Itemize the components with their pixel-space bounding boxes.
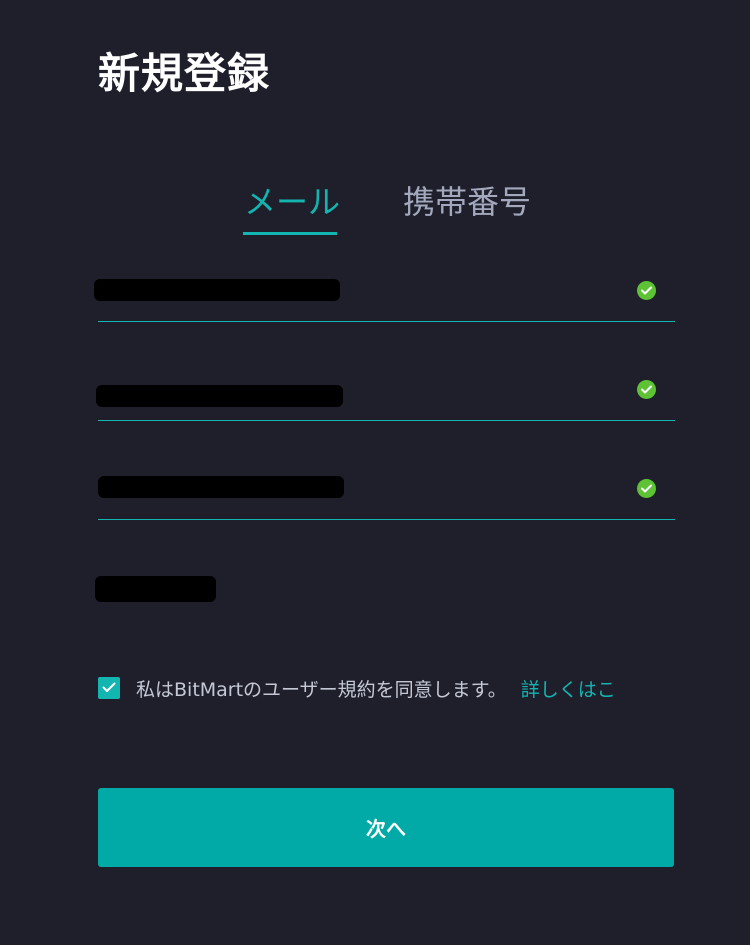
tab-phone[interactable]: 携帯番号 (403, 180, 531, 224)
email-input[interactable] (94, 279, 340, 301)
agreement-row: 私はBitMartのユーザー規約を同意します。 詳しくはこ (98, 674, 616, 702)
password-valid-check-icon (637, 380, 656, 399)
terms-link[interactable]: 詳しくはこ (521, 675, 616, 702)
confirm-password-underline (98, 519, 675, 520)
confirm-password-field (98, 420, 675, 520)
email-field (94, 222, 675, 322)
password-input[interactable] (96, 385, 343, 407)
confirm-password-input[interactable] (98, 476, 344, 498)
tab-email[interactable]: メール (244, 180, 340, 224)
register-page: 新規登録 メール 携帯番号 私はBitMartのユーザー規約を同意します。 詳し… (0, 0, 750, 945)
next-button[interactable]: 次へ (98, 788, 674, 867)
password-field (96, 321, 675, 421)
invite-code-input[interactable] (95, 576, 216, 602)
page-title: 新規登録 (98, 49, 271, 98)
confirm-password-valid-check-icon (637, 479, 656, 498)
email-valid-check-icon (637, 281, 656, 300)
agree-checkbox[interactable] (98, 677, 120, 699)
agreement-text: 私はBitMartのユーザー規約を同意します。 (136, 678, 507, 701)
